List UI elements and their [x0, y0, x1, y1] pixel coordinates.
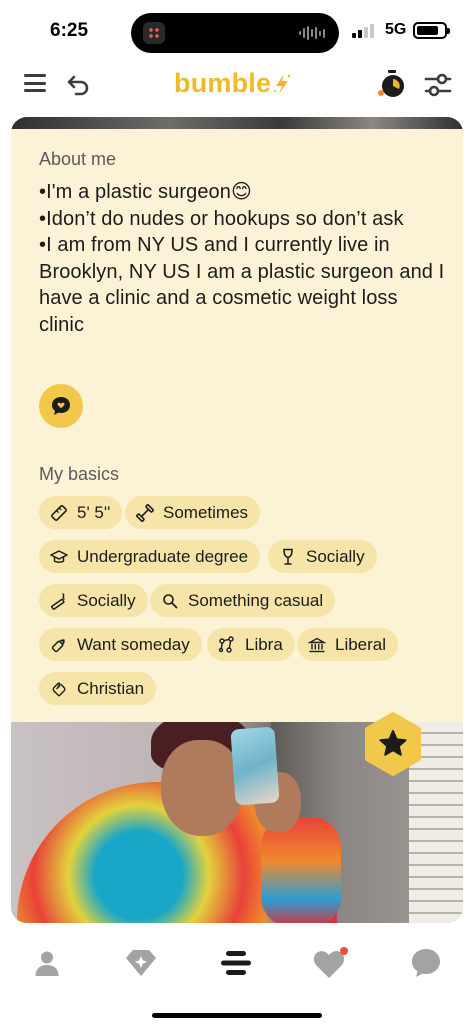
basic-chip-label: Liberal [335, 634, 387, 654]
wine-glass-icon [283, 548, 293, 565]
praying-hands-icon [52, 681, 66, 696]
filter-icon[interactable] [424, 72, 452, 98]
chats-icon [412, 949, 440, 977]
about-me-heading: About me [39, 149, 117, 169]
home-indicator[interactable] [152, 1013, 322, 1018]
stopwatch-icon[interactable] [376, 69, 408, 99]
nav-people[interactable] [216, 943, 256, 983]
profile-card[interactable]: About me •I'm a plastic surgeon😊 •Idon’t… [11, 117, 463, 923]
basic-chip-label: Socially [77, 590, 136, 610]
zodiac-icon [218, 635, 234, 653]
basic-chip-exercise: Sometimes [125, 496, 261, 529]
bolt-icon [274, 74, 291, 94]
previous-photo-edge [11, 117, 463, 129]
liked-you-icon [313, 947, 348, 978]
about-me-text: •I'm a plastic surgeon😊 •Idon’t do nudes… [39, 181, 445, 336]
nav-chats[interactable] [406, 943, 446, 983]
basic-chip-label: Undergraduate degree [77, 546, 249, 566]
basic-chip-label: Sometimes [163, 502, 249, 522]
cigarette-icon [51, 592, 65, 610]
network-type: 5G [385, 21, 407, 38]
status-bar: 6:25 5G [0, 0, 474, 60]
cellular-signal-icon [352, 24, 374, 38]
app-bar: bumble [0, 60, 474, 110]
nav-profile[interactable] [27, 943, 67, 983]
notification-dot [340, 947, 348, 955]
profile-icon [35, 951, 59, 976]
basic-chip-religion: Christian [39, 672, 157, 705]
basic-chip-politics: Liberal [297, 628, 399, 661]
basic-chip-label: Socially [306, 546, 365, 566]
capitol-icon [308, 637, 326, 652]
basic-chip-label: 5' 5'' [77, 502, 111, 522]
basic-chip-label: Libra [245, 634, 283, 654]
graduation-cap-icon [50, 549, 68, 563]
discover-icon [126, 950, 156, 976]
dumbbell-icon [136, 503, 154, 522]
people-icon [221, 951, 251, 975]
basic-chip-label: Want someday [77, 634, 190, 654]
menu-icon[interactable] [24, 73, 46, 93]
basic-chip-label: Something casual [188, 590, 324, 610]
logo-text: bumble [174, 68, 272, 98]
audio-waveform-icon [299, 25, 325, 41]
basic-chip-smoking: Socially [39, 584, 148, 617]
nav-discover[interactable] [121, 943, 161, 983]
undo-icon[interactable] [66, 71, 92, 97]
battery-icon [413, 22, 450, 39]
baby-bottle-icon [51, 638, 65, 652]
magnifier-icon [163, 593, 178, 608]
basic-chip-kids: Want someday [39, 628, 202, 661]
photo-face [161, 740, 243, 836]
basic-chip-height: 5' 5'' [39, 496, 123, 529]
basic-chip-drinking: Socially [268, 540, 377, 573]
superswipe-button[interactable] [361, 712, 425, 776]
ruler-icon [51, 504, 67, 521]
live-activity-app-icon [143, 22, 165, 44]
photo-arm [261, 817, 341, 923]
basic-chip-star-sign: Libra [207, 628, 295, 661]
photo-phone [230, 726, 280, 806]
basic-chip-looking-for: Something casual [150, 584, 336, 617]
basic-chip-label: Christian [77, 678, 145, 698]
my-basics-heading: My basics [39, 464, 120, 484]
dynamic-island [131, 13, 339, 53]
basic-chip-education: Undergraduate degree [39, 540, 261, 573]
status-time: 6:25 [50, 20, 89, 41]
compliment-button[interactable] [39, 384, 83, 428]
chat-heart-icon [52, 397, 70, 415]
bottom-navigation [0, 933, 474, 993]
nav-liked-you[interactable] [311, 943, 351, 983]
bumble-logo: bumble [174, 68, 291, 99]
